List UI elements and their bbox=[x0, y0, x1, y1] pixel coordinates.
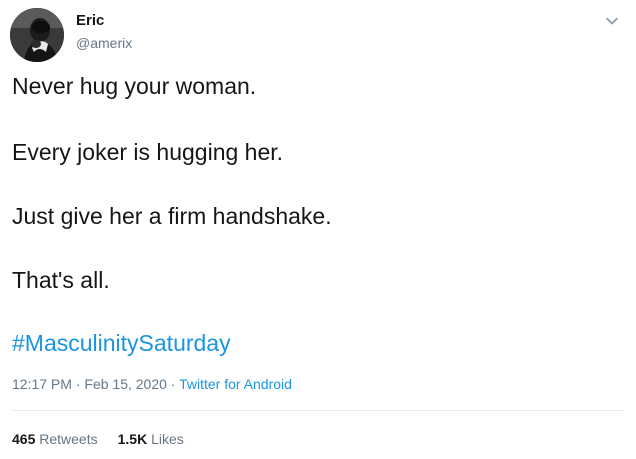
retweets-stat[interactable]: 465 Retweets bbox=[12, 431, 98, 447]
tweet-source-link[interactable]: Twitter for Android bbox=[179, 376, 292, 392]
meta-separator: · bbox=[75, 376, 81, 392]
tweet-metadata: 12:17 PM · Feb 15, 2020 · Twitter for An… bbox=[12, 376, 292, 392]
tweet-text-line: That's all. bbox=[12, 267, 110, 293]
meta-separator: · bbox=[170, 376, 176, 392]
avatar[interactable] bbox=[10, 8, 64, 62]
tweet-text-line: Just give her a firm handshake. bbox=[12, 203, 332, 229]
retweets-count: 465 bbox=[12, 431, 36, 447]
tweet-text-line: Never hug your woman. bbox=[12, 73, 257, 99]
likes-stat[interactable]: 1.5K Likes bbox=[118, 431, 184, 447]
tweet-time[interactable]: 12:17 PM bbox=[12, 376, 72, 392]
chevron-down-icon[interactable] bbox=[601, 10, 623, 32]
tweet-text-line: Every joker is hugging her. bbox=[12, 139, 284, 165]
tweet-date[interactable]: Feb 15, 2020 bbox=[84, 376, 167, 392]
user-handle[interactable]: @amerix bbox=[76, 35, 132, 51]
tweet-card: Eric @amerix Never hug your woman. Every… bbox=[0, 0, 636, 459]
tweet-stats: 465 Retweets 1.5K Likes bbox=[12, 431, 184, 447]
likes-count: 1.5K bbox=[117, 431, 148, 447]
divider bbox=[12, 410, 624, 411]
likes-label: Likes bbox=[151, 431, 184, 447]
display-name[interactable]: Eric bbox=[76, 12, 104, 29]
hashtag-link[interactable]: #MasculinitySaturday bbox=[12, 328, 231, 358]
retweets-label: Retweets bbox=[39, 431, 98, 447]
profile-photo-icon bbox=[10, 8, 64, 62]
